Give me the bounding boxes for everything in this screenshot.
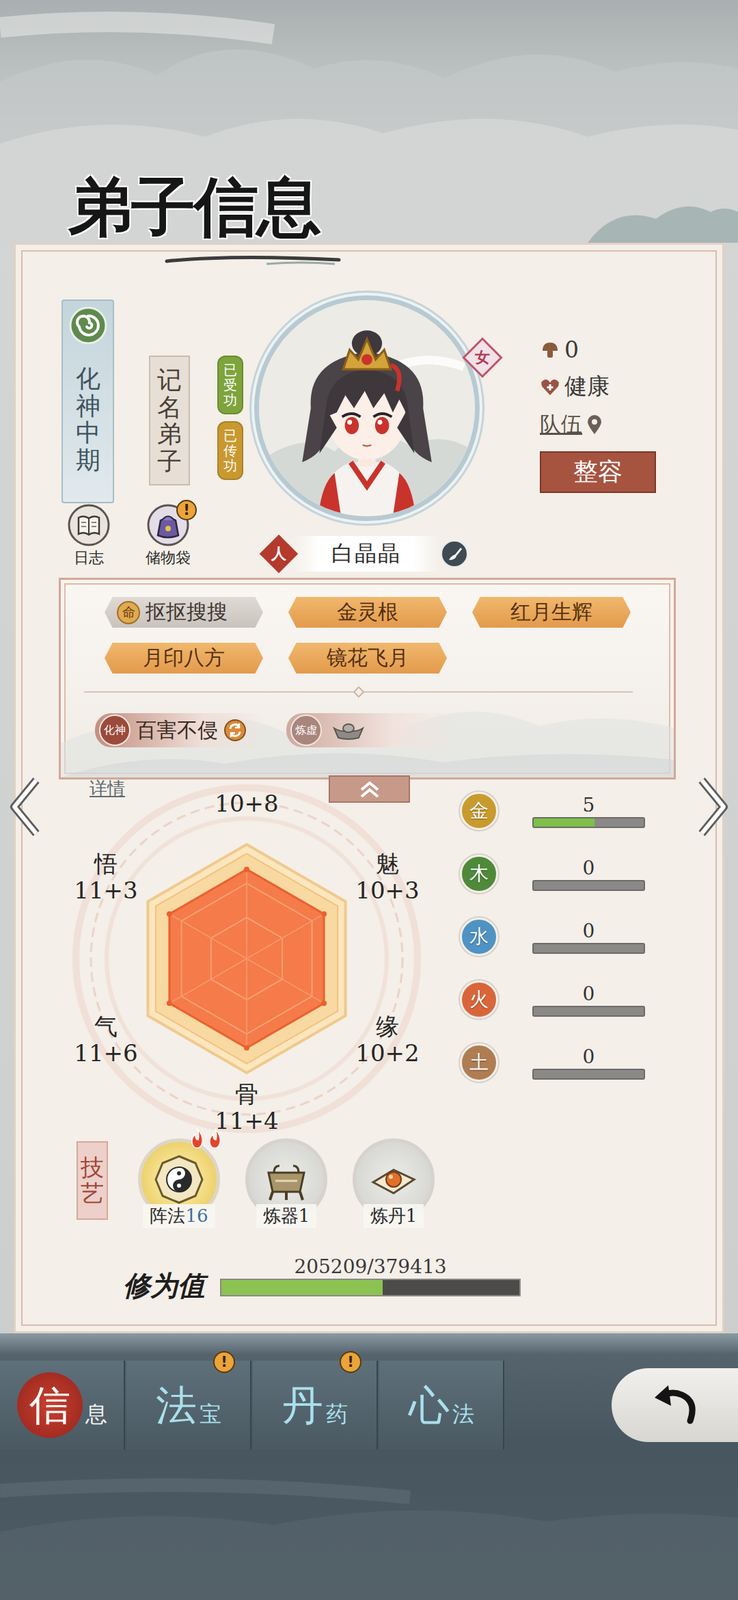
element-bar [532,1068,646,1079]
nav-tab[interactable]: 心法 [379,1359,505,1449]
cultivation-bar [220,1277,521,1296]
team-link[interactable]: 队伍 [539,410,583,439]
swirl-icon [69,306,108,345]
element-bar [532,879,646,891]
flame-icon [188,1126,207,1149]
page-title: 弟子信息 [68,169,320,244]
health-status: 健康 [564,371,610,402]
nav-tab[interactable]: 丹药! [252,1359,378,1449]
element-icon: 火 [459,979,499,1019]
realm-tag: 化神中期 [61,299,115,503]
alert-badge: ! [176,499,197,521]
attribute-label: 悟11+3 [73,850,138,904]
mood-icon [539,339,561,361]
trait-tag[interactable]: 月印八方 [104,642,264,674]
status-badge: 已传功 [217,420,244,480]
attribute-radar-chart: 10+8 魅10+3 缘10+2 骨11+4 气11+6 悟11+3 详情 [15,779,440,1138]
swap-icon[interactable] [223,718,247,742]
attribute-point [166,910,173,917]
element-row: 水0 [439,904,646,968]
cultivation-progress: 修为值205209/379413 [15,1254,723,1296]
skill-item[interactable]: 阵法16 [138,1137,221,1228]
alchemy-pill-icon [366,1151,421,1207]
brush-stroke-icon [164,251,342,268]
disciple-name: 白晶晶 [292,535,441,572]
double-chevron-up-icon [356,778,384,799]
ability-slot[interactable]: 炼虚 [286,712,459,747]
trait-tag[interactable]: 红月生辉 [472,596,631,628]
location-pin-icon [586,414,603,435]
element-bar [532,942,646,954]
skill-item[interactable]: 炼器1 [245,1137,328,1228]
nav-tab[interactable]: 法宝! [126,1359,252,1449]
element-row: 土0 [439,1030,646,1094]
shortcut-button[interactable]: !储物袋 [140,503,196,568]
collapse-button[interactable] [328,774,410,803]
details-link[interactable]: 详情 [89,776,126,801]
trait-tag[interactable]: 镜花飞月 [288,642,447,674]
formation-icon [151,1151,207,1207]
mood-value: 0 [564,336,579,363]
element-bar [532,816,646,828]
trait-tag[interactable]: 金灵根 [288,596,447,628]
bottom-nav: 信息法宝!丹药!心法 [0,1359,738,1449]
next-disciple-button[interactable] [692,765,732,848]
element-icon: 土 [459,1042,499,1082]
return-arrow-icon [647,1380,703,1429]
alert-badge: ! [339,1350,362,1373]
element-row: 木0 [439,841,646,905]
element-icon: 金 [459,791,499,830]
alert-badge: ! [213,1350,236,1373]
attribute-point [243,1044,250,1051]
log-book-icon [67,503,111,546]
attribute-point [321,910,327,917]
ingot-icon [331,718,366,742]
attribute-label: 魅10+3 [355,850,419,904]
disciple-panel: 化神中期记名弟子已受功已传功日志!储物袋女人白晶晶0健康队伍整容命抠抠搜搜金灵根… [13,242,725,1333]
flame-icon [206,1126,225,1149]
ability-slot[interactable]: 化神百害不侵 [94,712,268,747]
element-icon: 水 [459,917,499,956]
health-icon [539,376,561,398]
status-badge: 已受功 [217,355,244,415]
back-button[interactable] [611,1367,738,1442]
element-row: 金5 [439,779,646,842]
mist-icon [0,1448,738,1599]
previous-disciple-button[interactable] [6,765,46,848]
attribute-point [243,865,250,872]
attribute-label: 缘10+2 [355,1012,419,1066]
trait-tag[interactable]: 命抠抠搜搜 [104,596,264,628]
element-bar [532,1005,646,1017]
attribute-label: 10+8 [214,789,279,817]
rank-tag: 记名弟子 [148,355,190,486]
disciple-portrait [254,295,480,521]
brush-icon[interactable] [440,539,469,568]
element-affinities: 金5木0水0火0土0 [439,779,646,1138]
attribute-label: 气11+6 [73,1012,138,1066]
attribute-point [321,999,327,1006]
element-icon: 木 [459,854,499,893]
traits-panel: 命抠抠搜搜金灵根红月生辉月印八方镜花飞月化神百害不侵炼虚 [58,577,676,779]
forge-cauldron-icon [258,1151,314,1207]
shortcut-button[interactable]: 日志 [61,503,117,568]
skills-label: 技艺 [76,1140,108,1220]
skill-item[interactable]: 炼丹1 [352,1137,435,1228]
nav-tab[interactable]: 信息 [0,1359,126,1449]
element-row: 火0 [439,967,646,1031]
makeover-button[interactable]: 整容 [539,451,656,493]
attribute-point [166,999,173,1006]
skills-section: 技艺阵法16 炼器1 炼丹1 [15,1137,723,1228]
attribute-label: 骨11+4 [214,1080,279,1134]
